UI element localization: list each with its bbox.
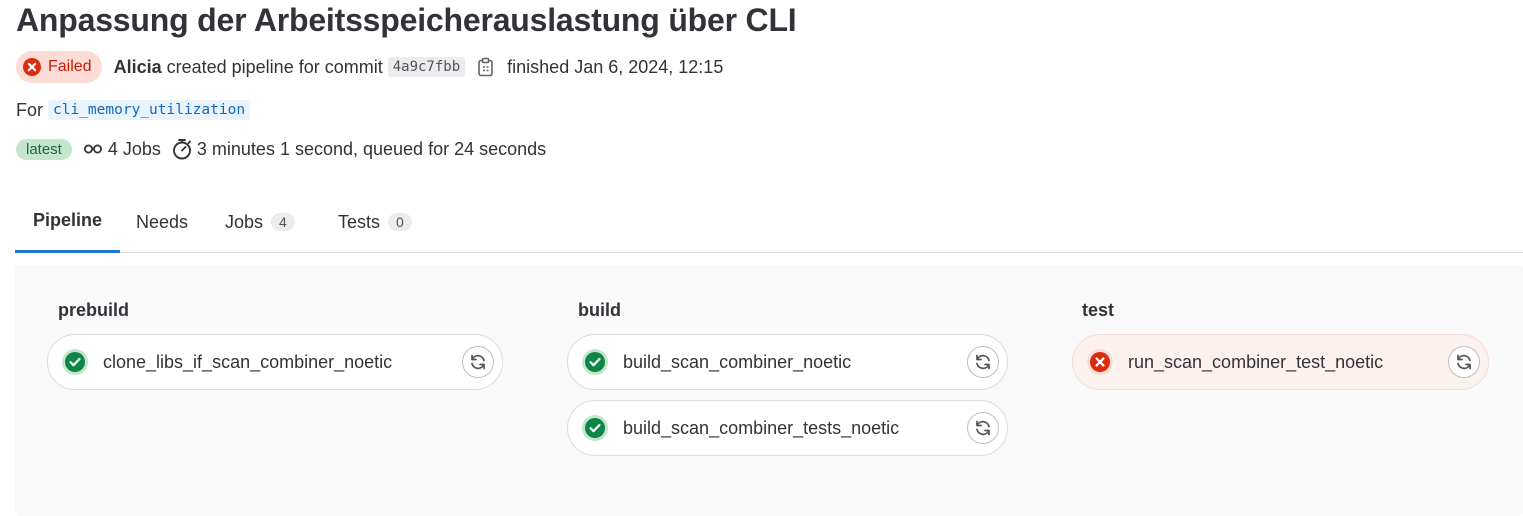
tab-label: Needs	[136, 211, 189, 232]
status-success-icon	[62, 349, 88, 375]
retry-button[interactable]	[967, 346, 999, 378]
finished-text: finished Jan 6, 2024, 12:15	[507, 56, 724, 77]
status-badge[interactable]: Failed	[16, 51, 102, 83]
status-success-icon	[582, 349, 608, 375]
tab-label: Tests	[338, 211, 381, 232]
retry-icon	[471, 354, 485, 370]
pipeline-jobs-icon	[82, 138, 104, 160]
jobs-count: 4 Jobs	[107, 138, 161, 159]
job-name: clone_libs_if_scan_combiner_noetic	[103, 351, 393, 372]
pipeline-tabs: Pipeline Needs Jobs 4 Tests 0	[15, 191, 1523, 253]
stage-title-build: build	[578, 300, 621, 320]
ref-prefix: For	[16, 99, 43, 120]
retry-icon	[976, 420, 990, 436]
status-failed-icon	[23, 58, 41, 76]
ref-row: For cli_memory_utilization	[16, 97, 251, 123]
tab-pipeline[interactable]: Pipeline	[15, 191, 120, 253]
retry-icon	[976, 354, 990, 370]
commit-sha-link[interactable]: 4a9c7fbb	[387, 57, 466, 77]
retry-icon	[1457, 354, 1471, 370]
pipeline-graph: prebuild build test clone_libs_if_scan_c…	[15, 265, 1523, 516]
retry-button[interactable]	[967, 412, 999, 444]
pipeline-info: latest 4 Jobs 3 minutes 1 second, queued…	[16, 136, 546, 162]
stage-title-test: test	[1082, 300, 1115, 320]
duration-text: 3 minutes 1 second, queued for 24 second…	[196, 138, 547, 159]
job-name: run_scan_combiner_test_noetic	[1128, 351, 1384, 372]
tab-count-badge: 4	[271, 213, 295, 231]
latest-badge: latest	[16, 138, 72, 160]
job-name: build_scan_combiner_tests_noetic	[623, 417, 900, 438]
stage-title-prebuild: prebuild	[58, 300, 129, 320]
status-success-icon	[582, 415, 608, 441]
author-link[interactable]: Alicia	[114, 57, 162, 78]
tab-label: Pipeline	[32, 210, 103, 230]
job-build-scan-combiner-tests[interactable]: build_scan_combiner_tests_noetic	[567, 400, 1008, 456]
tab-tests[interactable]: Tests 0	[338, 191, 412, 253]
job-name: build_scan_combiner_noetic	[623, 351, 852, 372]
job-clone-libs[interactable]: clone_libs_if_scan_combiner_noetic	[47, 334, 503, 390]
retry-button[interactable]	[462, 346, 494, 378]
job-run-scan-combiner-test[interactable]: run_scan_combiner_test_noetic	[1072, 334, 1489, 390]
tab-jobs[interactable]: Jobs 4	[225, 191, 295, 253]
tab-count-badge: 0	[388, 213, 412, 231]
branch-link[interactable]: cli_memory_utilization	[48, 100, 251, 120]
tab-needs[interactable]: Needs	[136, 191, 188, 253]
pipeline-meta: Failed Alicia created pipeline for commi…	[16, 51, 723, 83]
copy-to-clipboard-icon[interactable]	[477, 57, 495, 77]
timer-icon	[171, 138, 193, 160]
status-failed-icon	[1087, 349, 1113, 375]
status-label: Failed	[48, 58, 92, 75]
tab-label: Jobs	[225, 211, 264, 232]
created-text: created pipeline for commit	[166, 56, 383, 77]
retry-button[interactable]	[1448, 346, 1480, 378]
page-title: Anpassung der Arbeitsspeicherauslastung …	[16, 2, 797, 38]
job-build-scan-combiner[interactable]: build_scan_combiner_noetic	[567, 334, 1008, 390]
